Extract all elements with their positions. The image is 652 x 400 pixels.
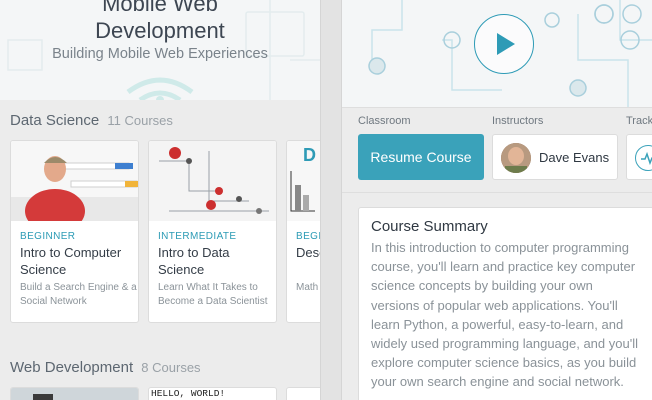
course-card-web-1[interactable] <box>10 387 139 400</box>
course-level: BEGINNER <box>20 231 76 242</box>
section-header-web-development[interactable]: Web Development 8 Courses <box>10 359 201 376</box>
course-card-intro-data-science[interactable]: INTERMEDIATE Intro to Data Science Learn… <box>148 140 277 323</box>
resume-course-button[interactable]: Resume Course <box>358 134 484 180</box>
course-level: INTERMEDIATE <box>158 231 237 242</box>
course-thumbnail <box>11 141 138 221</box>
course-description: Math Unde <box>296 282 320 293</box>
play-button[interactable] <box>474 14 534 74</box>
featured-banner[interactable]: Mobile Web Development Building Mobile W… <box>0 0 320 100</box>
banner-subtitle: Building Mobile Web Experiences <box>52 46 268 62</box>
course-description: Learn What It Takes to Become a Data Sci… <box>158 282 268 307</box>
banner-title-line1: Mobile Web <box>102 0 218 16</box>
instructor-card[interactable]: Dave Evans <box>492 134 618 180</box>
classroom-label: Classroom <box>358 115 411 127</box>
instructors-label: Instructors <box>492 115 544 127</box>
track-card[interactable] <box>626 134 652 180</box>
course-summary-title: Course Summary <box>371 218 488 235</box>
track-label: Track <box>626 115 652 127</box>
banner-title-line2: Development <box>95 18 225 43</box>
section-title: Data Science <box>10 112 100 129</box>
play-icon <box>497 33 515 55</box>
svg-text:D: D <box>303 145 316 165</box>
course-video[interactable] <box>342 0 652 108</box>
instructor-name: Dave Evans <box>539 150 610 165</box>
course-description: Build a Search Engine & a Social Network <box>20 282 137 307</box>
section-count: 11 Courses <box>107 113 173 128</box>
course-card-web-2[interactable]: HELLO, WORLD! <box>148 387 277 400</box>
avatar <box>501 143 531 173</box>
course-summary-card: Course Summary In this introduction to c… <box>358 207 652 400</box>
pane-divider[interactable] <box>320 0 342 400</box>
course-card-descriptive-statistics[interactable]: D BEGI Desc Stat Math Unde <box>286 140 320 323</box>
course-thumbnail <box>149 141 276 221</box>
course-detail-pane: Classroom Instructors Track Resume Cours… <box>342 0 652 400</box>
course-thumbnail <box>11 388 138 400</box>
catalog-pane: Mobile Web Development Building Mobile W… <box>0 0 320 400</box>
course-card-web-3[interactable] <box>286 387 320 400</box>
course-title: Intro to Data Science <box>158 245 230 277</box>
course-title: Intro to Computer Science <box>20 245 122 277</box>
divider <box>342 192 652 193</box>
section-title: Web Development <box>10 359 134 376</box>
course-thumbnail-text: HELLO, WORLD! <box>151 388 226 399</box>
section-count: 8 Courses <box>141 360 201 375</box>
course-summary-text: In this introduction to computer program… <box>371 240 638 390</box>
course-card-intro-cs[interactable]: BEGINNER Intro to Computer Science Build… <box>10 140 139 323</box>
section-header-data-science[interactable]: Data Science 11 Courses <box>10 112 173 129</box>
course-level: BEGI <box>296 231 320 242</box>
course-thumbnail: D <box>287 141 320 221</box>
track-icon <box>635 145 652 171</box>
course-title: Desc Stat <box>296 245 320 260</box>
